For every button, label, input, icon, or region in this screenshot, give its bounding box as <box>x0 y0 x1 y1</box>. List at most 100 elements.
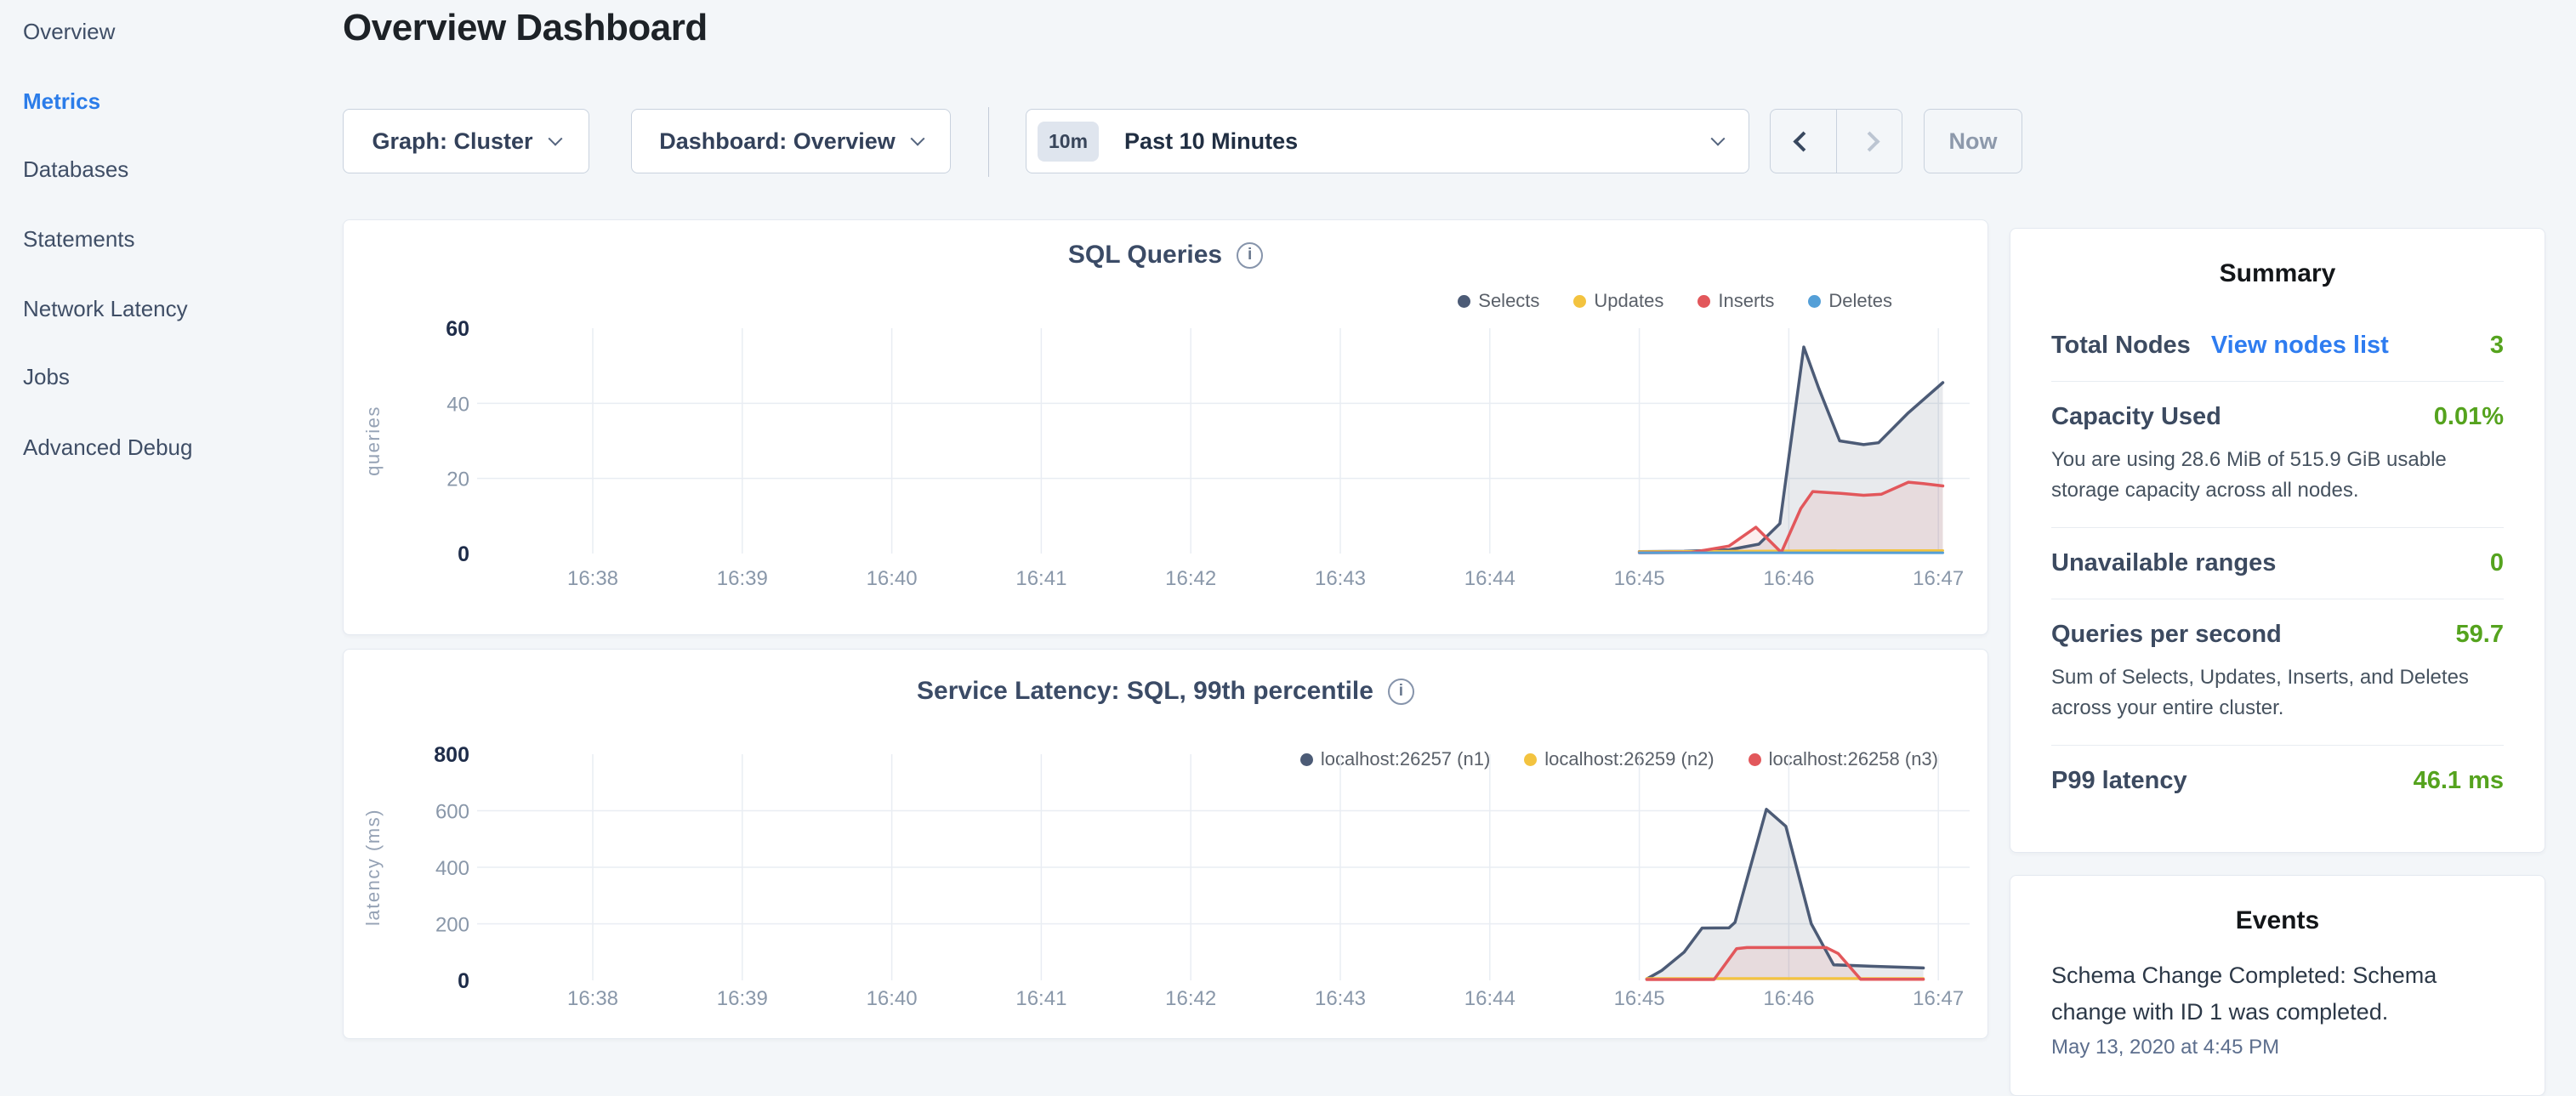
view-nodes-list-link[interactable]: View nodes list <box>2211 332 2389 360</box>
chevron-down-icon <box>910 132 924 146</box>
legend-label: Deletes <box>1828 290 1892 312</box>
summary-panel: Summary Total Nodes View nodes list 3 Ca… <box>2010 228 2545 853</box>
chevron-down-icon <box>1711 132 1726 146</box>
svg-text:16:45: 16:45 <box>1614 567 1665 590</box>
summary-value: 0 <box>2490 549 2504 577</box>
svg-text:16:45: 16:45 <box>1614 987 1665 1010</box>
graph-dropdown[interactable]: Graph: Cluster <box>343 109 589 173</box>
now-button[interactable]: Now <box>1924 109 2022 173</box>
legend-label: Inserts <box>1718 290 1774 312</box>
svg-text:16:44: 16:44 <box>1464 567 1515 590</box>
sql-queries-plot: 16:38 16:39 16:40 16:41 16:42 16:43 16:44 16:45… <box>344 314 1989 599</box>
time-prev-button[interactable] <box>1771 110 1836 173</box>
series-dot <box>1573 295 1586 308</box>
summary-label: Queries per second <box>2051 621 2282 649</box>
time-range-label: Past 10 Minutes <box>1124 128 1298 155</box>
svg-text:16:38: 16:38 <box>567 987 618 1010</box>
summary-row-unavailable-ranges: Unavailable ranges 0 <box>2051 527 2504 599</box>
svg-text:20: 20 <box>446 468 469 491</box>
svg-text:16:47: 16:47 <box>1913 987 1964 1010</box>
svg-text:400: 400 <box>435 857 469 880</box>
sidebar-item-jobs[interactable]: Jobs <box>23 364 70 390</box>
toolbar: Graph: Cluster Dashboard: Overview 10m P… <box>343 109 2044 173</box>
time-range-badge: 10m <box>1038 122 1099 162</box>
right-column: Summary Total Nodes View nodes list 3 Ca… <box>2010 228 2545 1096</box>
page-title: Overview Dashboard <box>343 7 708 49</box>
chevron-down-icon <box>548 132 562 146</box>
series-dot <box>1808 295 1821 308</box>
summary-value: 46.1 ms <box>2414 767 2504 795</box>
svg-text:queries: queries <box>362 406 384 476</box>
svg-text:0: 0 <box>458 542 469 566</box>
sidebar-item-metrics[interactable]: Metrics <box>23 88 100 115</box>
dashboard-dropdown-label: Dashboard: Overview <box>659 128 896 155</box>
sidebar-item-databases[interactable]: Databases <box>23 156 128 183</box>
sidebar-item-network-latency[interactable]: Network Latency <box>23 296 188 322</box>
dashboard-dropdown[interactable]: Dashboard: Overview <box>631 109 951 173</box>
svg-text:0: 0 <box>458 969 469 993</box>
summary-value: 0.01% <box>2434 403 2504 431</box>
service-latency-plot: 16:3816:3916:4016:4116:4216:4316:4416:45… <box>344 743 1989 1036</box>
sidebar-item-overview[interactable]: Overview <box>23 19 115 45</box>
time-range-dropdown[interactable]: 10m Past 10 Minutes <box>1026 109 1749 173</box>
svg-text:16:44: 16:44 <box>1464 987 1515 1010</box>
summary-row-queries-per-second: Queries per second 59.7 Sum of Selects, … <box>2051 599 2504 745</box>
summary-value: 3 <box>2490 332 2504 360</box>
time-nav-group <box>1770 109 1902 173</box>
svg-text:16:40: 16:40 <box>867 567 918 590</box>
svg-text:16:42: 16:42 <box>1165 567 1216 590</box>
legend-label: Selects <box>1478 290 1539 312</box>
legend-item[interactable]: Deletes <box>1808 290 1892 312</box>
chart-title-row: SQL Queries i <box>344 241 1987 270</box>
series-dot <box>1458 295 1470 308</box>
legend-item[interactable]: Inserts <box>1697 290 1774 312</box>
info-icon[interactable]: i <box>1237 242 1263 269</box>
sidebar-item-statements[interactable]: Statements <box>23 226 135 253</box>
legend-item[interactable]: Updates <box>1573 290 1663 312</box>
chevron-right-icon <box>1859 131 1879 151</box>
info-icon[interactable]: i <box>1388 679 1414 705</box>
svg-text:16:41: 16:41 <box>1015 987 1066 1010</box>
svg-text:latency (ms): latency (ms) <box>362 809 384 926</box>
chart-title: SQL Queries <box>1068 241 1222 270</box>
summary-label: Unavailable ranges <box>2051 549 2276 577</box>
main-content: Overview Dashboard Graph: Cluster Dashbo… <box>343 0 2022 1051</box>
svg-text:16:42: 16:42 <box>1165 987 1216 1010</box>
summary-label: Capacity Used <box>2051 403 2221 431</box>
svg-text:16:43: 16:43 <box>1315 987 1366 1010</box>
svg-text:40: 40 <box>446 393 469 416</box>
chart-legend: Selects Updates Inserts Deletes <box>1458 290 1892 312</box>
svg-text:600: 600 <box>435 801 469 824</box>
event-item[interactable]: Schema Change Completed: Schema change w… <box>2051 957 2504 1059</box>
svg-text:16:41: 16:41 <box>1015 567 1066 590</box>
events-title: Events <box>2051 906 2504 935</box>
graph-dropdown-label: Graph: Cluster <box>372 128 532 155</box>
summary-label: P99 latency <box>2051 767 2187 795</box>
svg-text:16:38: 16:38 <box>567 567 618 590</box>
summary-description: You are using 28.6 MiB of 515.9 GiB usab… <box>2051 445 2504 506</box>
summary-row-capacity-used: Capacity Used 0.01% You are using 28.6 M… <box>2051 381 2504 527</box>
legend-label: Updates <box>1594 290 1663 312</box>
svg-text:16:39: 16:39 <box>717 567 768 590</box>
sidebar-item-advanced-debug[interactable]: Advanced Debug <box>23 434 192 461</box>
sql-queries-chart-card: SQL Queries i Selects Updates Inserts De… <box>343 219 1988 635</box>
svg-text:800: 800 <box>434 743 469 767</box>
svg-text:16:47: 16:47 <box>1913 567 1964 590</box>
svg-text:16:46: 16:46 <box>1763 987 1814 1010</box>
summary-value: 59.7 <box>2456 621 2504 649</box>
events-panel: Events Schema Change Completed: Schema c… <box>2010 875 2545 1096</box>
svg-text:60: 60 <box>446 317 469 341</box>
legend-item[interactable]: Selects <box>1458 290 1539 312</box>
chart-title-row: Service Latency: SQL, 99th percentile i <box>344 677 1987 706</box>
summary-row-total-nodes: Total Nodes View nodes list 3 <box>2051 310 2504 381</box>
service-latency-chart-card: Service Latency: SQL, 99th percentile i … <box>343 649 1988 1039</box>
toolbar-divider <box>988 107 989 177</box>
svg-text:16:46: 16:46 <box>1763 567 1814 590</box>
summary-title: Summary <box>2051 259 2504 288</box>
svg-text:16:43: 16:43 <box>1315 567 1366 590</box>
summary-row-p99-latency: P99 latency 46.1 ms <box>2051 745 2504 816</box>
event-timestamp: May 13, 2020 at 4:45 PM <box>2051 1036 2504 1059</box>
chart-title: Service Latency: SQL, 99th percentile <box>917 677 1373 706</box>
svg-text:16:40: 16:40 <box>867 987 918 1010</box>
time-next-button[interactable] <box>1836 110 1902 173</box>
